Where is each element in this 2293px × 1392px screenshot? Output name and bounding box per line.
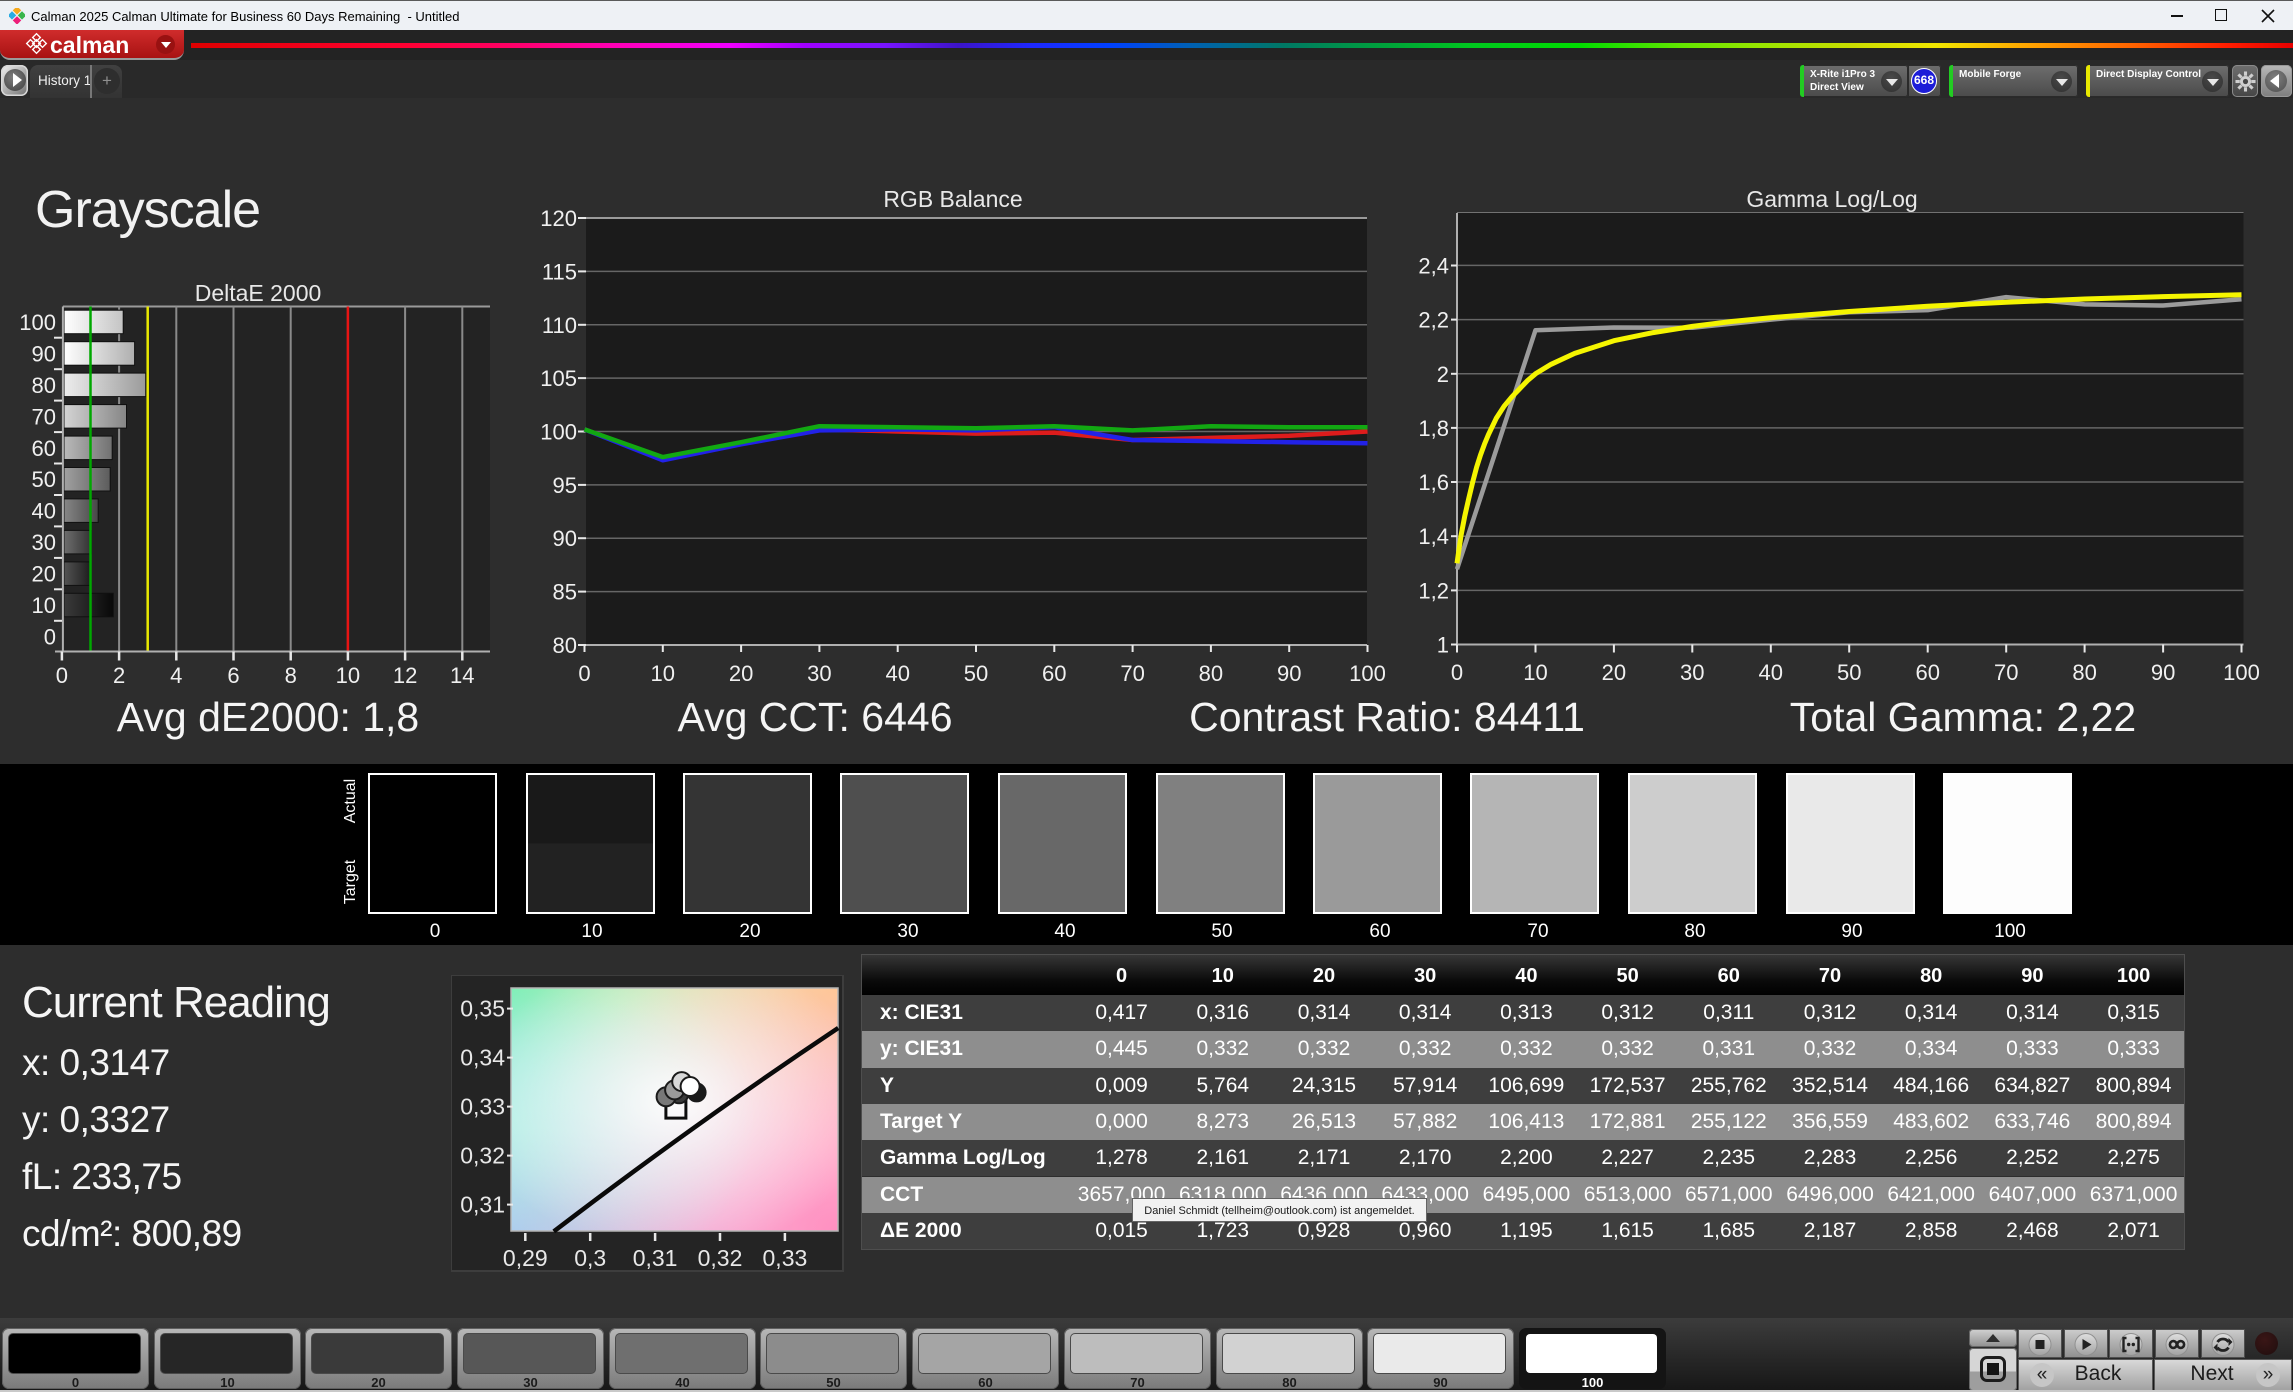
svg-text:1,8: 1,8 <box>1418 416 1449 441</box>
svg-text:80: 80 <box>553 633 577 658</box>
svg-text:50: 50 <box>32 467 56 492</box>
svg-text:0: 0 <box>56 663 68 688</box>
svg-text:0,31: 0,31 <box>633 1245 678 1271</box>
svg-text:60: 60 <box>1915 660 1939 685</box>
svg-text:90: 90 <box>553 526 577 551</box>
svg-text:0: 0 <box>44 625 56 650</box>
svg-text:0,31: 0,31 <box>460 1192 505 1218</box>
svg-text:0,32: 0,32 <box>698 1245 743 1271</box>
svg-text:14: 14 <box>450 663 474 688</box>
svg-text:1,6: 1,6 <box>1418 470 1449 495</box>
svg-text:115: 115 <box>542 259 577 284</box>
svg-text:60: 60 <box>1042 661 1066 686</box>
svg-text:90: 90 <box>1277 661 1301 686</box>
svg-text:0,33: 0,33 <box>763 1245 808 1271</box>
svg-text:85: 85 <box>553 580 577 605</box>
svg-text:4: 4 <box>170 663 182 688</box>
svg-text:30: 30 <box>32 530 56 555</box>
svg-text:0,34: 0,34 <box>460 1045 505 1071</box>
svg-text:60: 60 <box>32 436 56 461</box>
svg-text:2,4: 2,4 <box>1418 254 1449 279</box>
svg-text:10: 10 <box>32 593 56 618</box>
svg-text:95: 95 <box>553 473 577 498</box>
svg-text:110: 110 <box>542 313 577 338</box>
svg-text:100: 100 <box>2223 660 2260 685</box>
svg-text:1: 1 <box>1437 633 1449 658</box>
svg-text:0,33: 0,33 <box>460 1094 505 1120</box>
svg-text:0,35: 0,35 <box>460 996 505 1022</box>
svg-text:100: 100 <box>1349 661 1386 686</box>
svg-text:30: 30 <box>1680 660 1704 685</box>
svg-text:2: 2 <box>113 663 125 688</box>
svg-text:70: 70 <box>1120 661 1144 686</box>
svg-text:10: 10 <box>1523 660 1547 685</box>
svg-text:20: 20 <box>1602 660 1626 685</box>
svg-text:0: 0 <box>578 661 590 686</box>
svg-text:40: 40 <box>1759 660 1783 685</box>
svg-text:100: 100 <box>19 310 56 335</box>
svg-text:0,29: 0,29 <box>503 1245 548 1271</box>
svg-text:80: 80 <box>32 373 56 398</box>
svg-text:20: 20 <box>32 562 56 587</box>
svg-text:40: 40 <box>32 499 56 524</box>
svg-text:2: 2 <box>1437 362 1449 387</box>
svg-text:90: 90 <box>32 341 56 366</box>
svg-text:70: 70 <box>32 404 56 429</box>
svg-text:DeltaE 2000: DeltaE 2000 <box>195 280 322 306</box>
svg-text:30: 30 <box>807 661 831 686</box>
svg-text:20: 20 <box>729 661 753 686</box>
svg-text:50: 50 <box>964 661 988 686</box>
svg-text:Gamma Log/Log: Gamma Log/Log <box>1746 186 1917 212</box>
svg-text:1,4: 1,4 <box>1418 524 1449 549</box>
svg-text:0,3: 0,3 <box>574 1245 606 1271</box>
svg-text:120: 120 <box>540 206 577 231</box>
svg-text:100: 100 <box>540 420 577 445</box>
svg-text:80: 80 <box>1199 661 1223 686</box>
svg-text:80: 80 <box>2072 660 2096 685</box>
svg-text:2,2: 2,2 <box>1418 308 1449 333</box>
svg-text:50: 50 <box>1837 660 1861 685</box>
svg-text:12: 12 <box>393 663 417 688</box>
svg-text:6: 6 <box>227 663 239 688</box>
svg-text:105: 105 <box>540 366 577 391</box>
svg-text:10: 10 <box>651 661 675 686</box>
svg-text:90: 90 <box>2151 660 2175 685</box>
svg-text:0,32: 0,32 <box>460 1143 505 1169</box>
svg-text:0: 0 <box>1451 660 1463 685</box>
svg-text:10: 10 <box>336 663 360 688</box>
svg-text:70: 70 <box>1994 660 2018 685</box>
svg-text:RGB Balance: RGB Balance <box>883 186 1022 212</box>
svg-text:1,2: 1,2 <box>1418 578 1449 603</box>
svg-text:40: 40 <box>885 661 909 686</box>
svg-text:8: 8 <box>285 663 297 688</box>
